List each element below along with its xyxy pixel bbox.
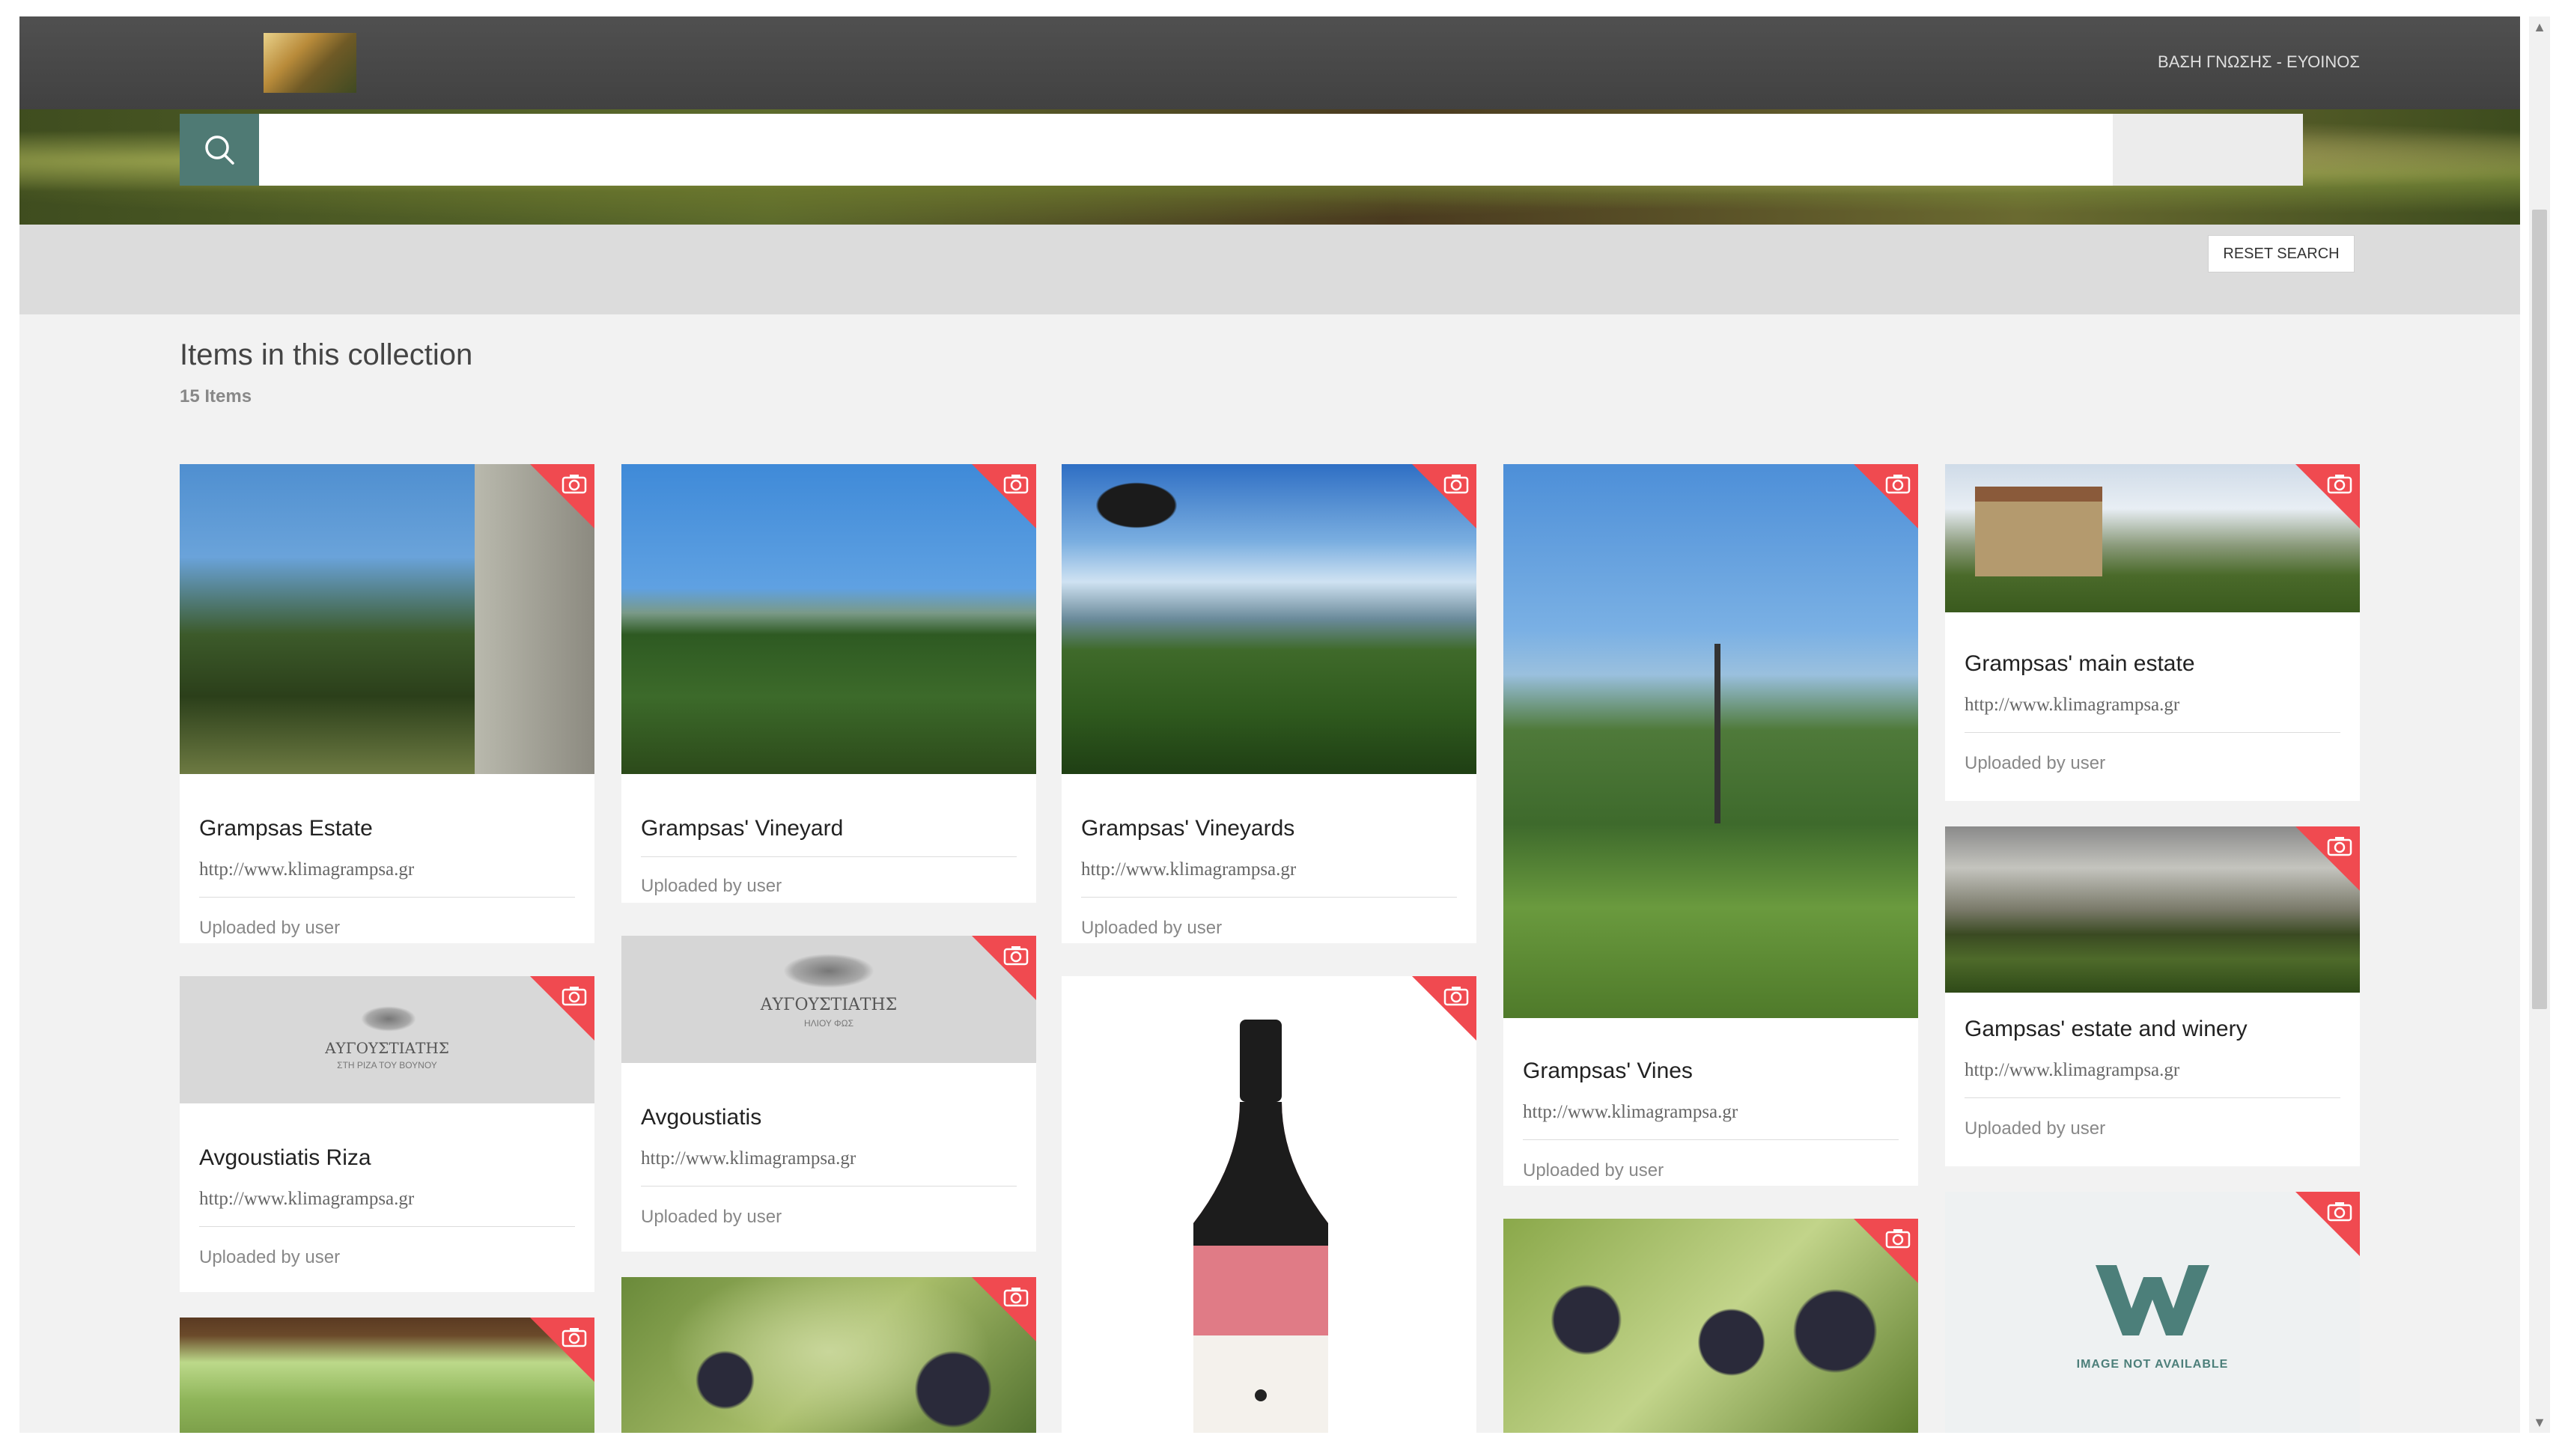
camera-icon (1003, 946, 1029, 966)
filter-bar (19, 225, 2520, 314)
item-card[interactable] (1503, 1219, 1918, 1433)
camera-icon (562, 987, 587, 1006)
item-thumbnail: ΑΥΓΟΥΣΤΙΑΤΗΣ ΣΤΗ ΡΙΖΑ ΤΟΥ ΒΟΥΝΟΥ (180, 976, 594, 1103)
item-title[interactable]: Avgoustiatis Riza (199, 1145, 371, 1171)
camera-icon (1443, 987, 1469, 1006)
item-title[interactable]: Grampsas' Vines (1523, 1059, 1693, 1084)
item-url[interactable]: http://www.klimagrampsa.gr (1081, 859, 1296, 880)
wine-bottle-image (1193, 1020, 1328, 1433)
item-card[interactable]: ΑΥΓΟΥΣΤΙΑΤΗΣ ΗΛΙΟΥ ΦΩΣ Avgoustiatis http… (621, 936, 1036, 1252)
scroll-down-arrow-icon[interactable]: ▼ (2529, 1412, 2550, 1433)
divider (199, 1226, 575, 1227)
vertical-scrollbar[interactable]: ▲ ▼ (2529, 16, 2550, 1433)
divider (1965, 1097, 2340, 1098)
item-card[interactable]: Grampsas' Vines http://www.klimagrampsa.… (1503, 464, 1918, 1186)
item-thumbnail (1062, 976, 1476, 1433)
camera-icon (2327, 837, 2352, 856)
item-title[interactable]: Gampsas' estate and winery (1965, 1017, 2248, 1042)
item-url[interactable]: http://www.klimagrampsa.gr (199, 859, 414, 880)
scroll-up-arrow-icon[interactable]: ▲ (2529, 16, 2550, 37)
item-uploader: Uploaded by user (1965, 753, 2106, 773)
divider (199, 897, 575, 898)
item-thumbnail (1062, 464, 1476, 774)
search-button[interactable] (180, 114, 259, 186)
item-card[interactable] (621, 1277, 1036, 1433)
item-uploader: Uploaded by user (199, 1247, 341, 1267)
image-not-available-label: IMAGE NOT AVAILABLE (2076, 1358, 2229, 1371)
thumbnail-logo-subtext: ΗΛΙΟΥ ΦΩΣ (803, 1018, 854, 1029)
item-url[interactable]: http://www.klimagrampsa.gr (1523, 1102, 1738, 1123)
nav-link-knowledge-base[interactable]: ΒΑΣΗ ΓΝΩΣΗΣ - ΕΥΟΙΝΟΣ (2158, 52, 2360, 72)
camera-icon (2327, 475, 2352, 494)
item-card[interactable]: ΑΥΓΟΥΣΤΙΑΤΗΣ ΣΤΗ ΡΙΖΑ ΤΟΥ ΒΟΥΝΟΥ Avgoust… (180, 976, 594, 1292)
top-bar: ΒΑΣΗ ΓΝΩΣΗΣ - ΕΥΟΙΝΟΣ (19, 16, 2520, 109)
item-thumbnail (1945, 826, 2360, 993)
item-card[interactable]: Grampsas' Vineyard Uploaded by user (621, 464, 1036, 903)
item-title[interactable]: Grampsas' Vineyard (641, 816, 843, 841)
camera-icon (1003, 1288, 1029, 1307)
divider (1081, 897, 1457, 898)
scrollbar-thumb[interactable] (2532, 210, 2547, 1009)
thumbnail-logo-subtext: ΣΤΗ ΡΙΖΑ ΤΟΥ ΒΟΥΝΟΥ (337, 1060, 437, 1070)
item-card[interactable] (1062, 976, 1476, 1433)
item-card[interactable]: Gampsas' estate and winery http://www.kl… (1945, 826, 2360, 1166)
item-url[interactable]: http://www.klimagrampsa.gr (1965, 695, 2179, 716)
item-card[interactable]: IMAGE NOT AVAILABLE (1945, 1192, 2360, 1433)
item-uploader: Uploaded by user (641, 876, 782, 896)
image-not-available-logo (2096, 1265, 2209, 1335)
item-title[interactable]: Grampsas' main estate (1965, 651, 2195, 677)
item-thumbnail (621, 1277, 1036, 1433)
item-thumbnail (180, 464, 594, 774)
item-thumbnail (621, 464, 1036, 774)
camera-icon (2327, 1202, 2352, 1222)
site-logo[interactable] (264, 33, 356, 93)
collection-title: Items in this collection (180, 338, 473, 371)
item-url[interactable]: http://www.klimagrampsa.gr (199, 1189, 414, 1210)
divider (641, 856, 1017, 857)
item-card[interactable]: Grampsas Estate http://www.klimagrampsa.… (180, 464, 594, 943)
item-card[interactable] (180, 1318, 594, 1433)
item-card[interactable]: Grampsas' Vineyards http://www.klimagram… (1062, 464, 1476, 943)
item-uploader: Uploaded by user (1081, 918, 1223, 938)
search-icon (205, 135, 234, 165)
browser-viewport: ΒΑΣΗ ΓΝΩΣΗΣ - ΕΥΟΙΝΟΣ RESET SEARCH Items… (19, 16, 2520, 1433)
item-title[interactable]: Avgoustiatis (641, 1105, 761, 1130)
search-input[interactable] (259, 114, 2113, 186)
item-thumbnail (180, 1318, 594, 1433)
camera-icon (1885, 475, 1911, 494)
camera-icon (562, 475, 587, 494)
item-url[interactable]: http://www.klimagrampsa.gr (641, 1148, 856, 1169)
thumbnail-logo-text: ΑΥΓΟΥΣΤΙΑΤΗΣ (325, 1039, 449, 1057)
item-thumbnail (1503, 464, 1918, 1018)
item-uploader: Uploaded by user (199, 918, 341, 938)
divider (641, 1186, 1017, 1187)
item-uploader: Uploaded by user (1523, 1160, 1664, 1181)
item-title[interactable]: Grampsas Estate (199, 816, 373, 841)
camera-icon (1885, 1229, 1911, 1249)
item-thumbnail: IMAGE NOT AVAILABLE (1945, 1192, 2360, 1433)
item-card[interactable]: Grampsas' main estate http://www.klimagr… (1945, 464, 2360, 801)
item-thumbnail: ΑΥΓΟΥΣΤΙΑΤΗΣ ΗΛΙΟΥ ΦΩΣ (621, 936, 1036, 1063)
search-options-button[interactable] (2113, 114, 2303, 186)
reset-search-button[interactable]: RESET SEARCH (2208, 235, 2355, 272)
item-thumbnail (1945, 464, 2360, 612)
item-thumbnail (1503, 1219, 1918, 1433)
camera-icon (562, 1328, 587, 1347)
camera-icon (1443, 475, 1469, 494)
divider (1523, 1139, 1899, 1140)
camera-icon (1003, 475, 1029, 494)
item-uploader: Uploaded by user (641, 1207, 782, 1227)
divider (1965, 732, 2340, 733)
item-url[interactable]: http://www.klimagrampsa.gr (1965, 1060, 2179, 1081)
item-uploader: Uploaded by user (1965, 1118, 2106, 1139)
item-title[interactable]: Grampsas' Vineyards (1081, 816, 1294, 841)
collection-count: 15 Items (180, 386, 252, 406)
